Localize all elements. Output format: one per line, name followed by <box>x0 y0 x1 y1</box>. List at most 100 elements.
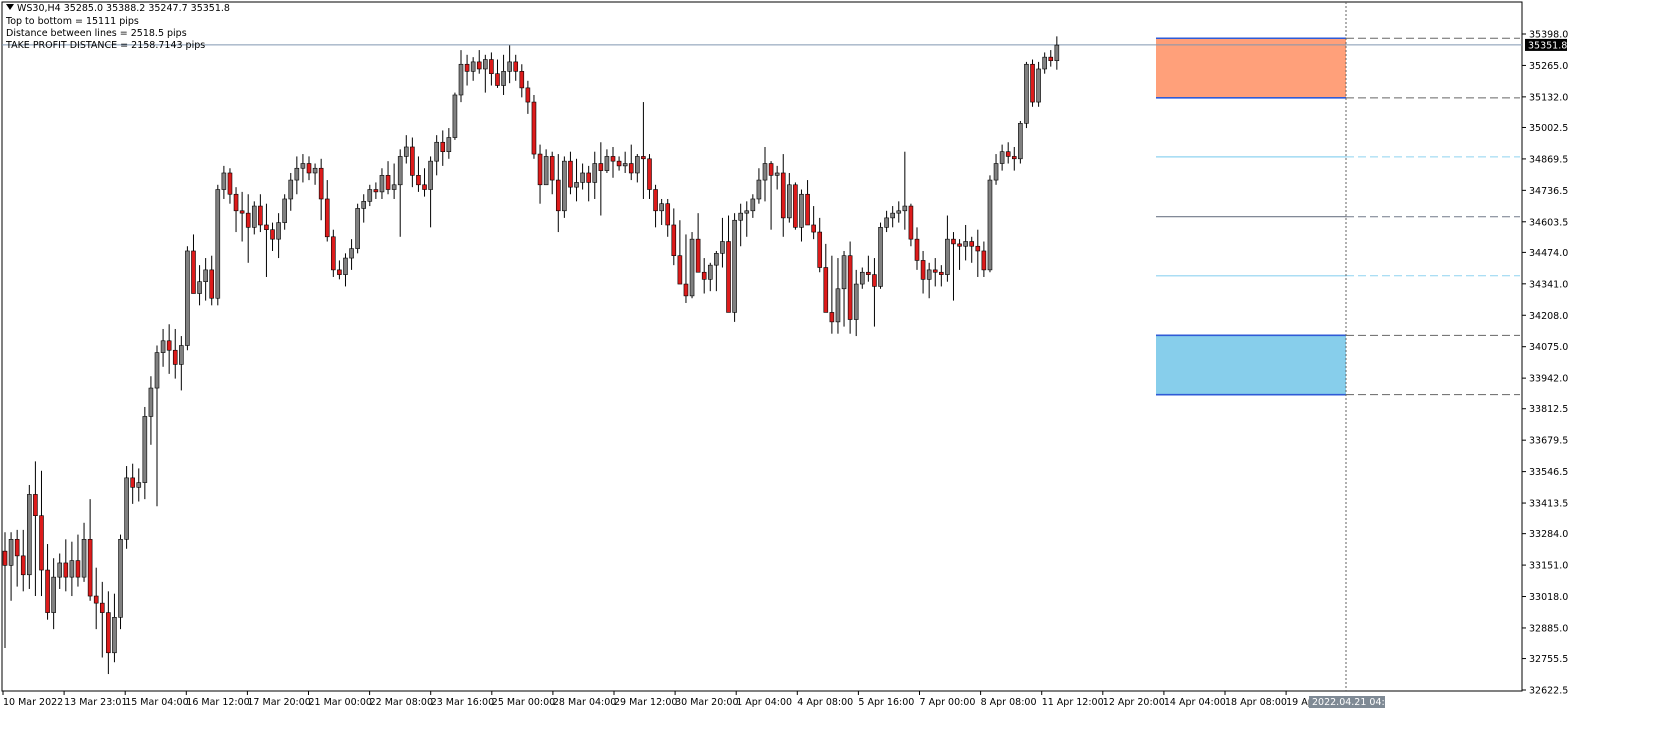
bear-candle-body <box>695 238 701 273</box>
bull-candle-body <box>483 59 488 70</box>
bear-candle-body <box>805 193 810 226</box>
bear-candle-body <box>817 231 823 268</box>
bull-candle-body <box>294 167 300 181</box>
bull-candle-body <box>81 539 87 578</box>
bear-candle-body <box>951 238 956 245</box>
bear-candle-body <box>130 477 135 488</box>
bear-candle-body <box>908 205 914 240</box>
candle <box>793 182 798 230</box>
bear-candle-body <box>628 163 634 174</box>
y-tick-label: 34736.5 <box>1529 186 1568 197</box>
bear-candle-body <box>914 238 920 261</box>
bull-candle-body <box>142 416 148 483</box>
bull-candle-body <box>215 189 221 299</box>
bull-candle-body <box>945 238 950 275</box>
bear-candle-body <box>513 61 519 72</box>
crosshair-time-label: 2022.04.21 04:00 <box>1309 696 1397 708</box>
bear-candle-body <box>227 172 233 195</box>
y-tick-label: 33413.5 <box>1529 499 1568 510</box>
bear-candle-body <box>106 612 111 654</box>
bear-candle-body <box>683 283 689 297</box>
bull-candle-body <box>501 71 506 86</box>
bear-candle-body <box>440 141 446 153</box>
bull-candle-body <box>744 210 750 214</box>
bull-candle-body <box>799 193 804 228</box>
bull-candle-body <box>689 238 695 297</box>
bear-candle-body <box>1005 151 1011 157</box>
candle <box>215 184 221 306</box>
bull-candle-body <box>896 210 902 214</box>
zone-rect-0[interactable] <box>1156 38 1346 98</box>
bull-candle-body <box>592 163 598 183</box>
bull-candle-body <box>118 539 123 618</box>
x-tick-label: 22 Mar 08:00 <box>370 697 433 708</box>
bear-candle-body <box>14 539 20 557</box>
bear-candle-body <box>519 71 525 89</box>
bear-candle-body <box>531 101 537 155</box>
bull-candle-body <box>774 172 780 176</box>
y-tick-label: 33151.0 <box>1529 561 1568 572</box>
bull-candle-body <box>221 172 227 190</box>
bear-candle-body <box>610 156 616 162</box>
x-tick-label: 29 Mar 12:00 <box>614 697 677 708</box>
bull-candle-body <box>452 94 458 138</box>
bear-candle-body <box>373 189 379 193</box>
chart-canvas[interactable]: 35398.0 35265.0 35132.0 35002.5 34869.5 34736… <box>0 0 1653 752</box>
y-tick-label: 34603.5 <box>1529 217 1568 228</box>
bull-candle-body <box>355 208 360 249</box>
candle <box>562 156 567 218</box>
bear-candle-body <box>63 562 69 578</box>
y-tick-label: 34208.0 <box>1529 311 1568 322</box>
bull-candle-body <box>1054 44 1060 62</box>
bear-candle-body <box>209 269 215 299</box>
bear-candle-body <box>653 189 658 212</box>
dropdown-triangle-icon[interactable] <box>6 4 14 10</box>
bull-candle-body <box>604 156 610 171</box>
bear-candle-body <box>306 163 312 174</box>
bull-candle-body <box>57 562 63 578</box>
bull-candle-body <box>853 283 859 320</box>
info-take-profit-distance: TAKE PROFIT DISTANCE = 2158.7143 pips <box>6 40 206 51</box>
bull-candle-body <box>434 141 439 162</box>
x-tick-label: 28 Mar 04:00 <box>553 697 616 708</box>
bull-candle-body <box>574 182 579 188</box>
y-tick-label: 35002.5 <box>1529 123 1568 134</box>
zone-rect-1[interactable] <box>1156 335 1346 395</box>
bull-candle-body <box>397 156 403 186</box>
x-tick-label: 5 Apr 16:00 <box>858 697 914 708</box>
bull-candle-body <box>756 179 762 200</box>
x-tick-label: 1 Apr 04:00 <box>736 697 792 708</box>
bear-candle-body <box>33 494 38 516</box>
bull-candle-body <box>349 248 354 259</box>
bull-candle-body <box>720 241 725 254</box>
bull-candle-body <box>403 146 409 157</box>
x-tick-label: 17 Mar 20:00 <box>247 697 310 708</box>
x-tick-label: 14 Apr 04:00 <box>1164 697 1226 708</box>
bull-candle-body <box>1042 56 1047 70</box>
bear-candle-body <box>793 184 798 228</box>
bull-candle-body <box>762 163 768 181</box>
info-top-to-bottom: Top to bottom = 15111 pips <box>6 16 139 27</box>
bull-candle-body <box>343 257 348 275</box>
bear-candle-body <box>939 271 944 275</box>
bull-candle-body <box>69 560 75 578</box>
bull-candle-body <box>446 137 452 153</box>
bull-candle-body <box>185 250 190 346</box>
bull-candle-body <box>659 203 664 212</box>
bull-candle-body <box>841 255 847 290</box>
bull-candle-body <box>179 345 184 365</box>
bear-candle-body <box>598 163 604 171</box>
bull-candle-body <box>635 156 640 174</box>
bull-candle-body <box>112 617 117 654</box>
y-tick-label: 33018.0 <box>1529 592 1568 603</box>
bull-candle-body <box>902 205 908 212</box>
bull-candle-body <box>379 175 385 193</box>
bear-candle-body <box>555 179 561 212</box>
x-tick-label: 23 Mar 16:00 <box>431 697 494 708</box>
x-tick-label: 13 Mar 23:01 <box>64 697 127 708</box>
bull-candle-body <box>1024 63 1029 124</box>
bull-candle-body <box>470 61 476 72</box>
bull-candle-body <box>999 151 1005 164</box>
bear-candle-body <box>385 175 391 190</box>
bear-candle-body <box>45 569 50 613</box>
